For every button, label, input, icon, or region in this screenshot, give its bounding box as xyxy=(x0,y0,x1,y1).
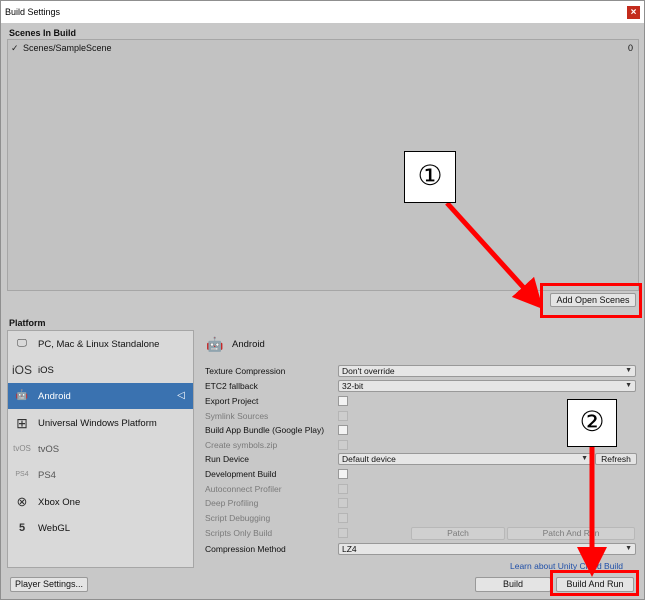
annotation-arrows xyxy=(445,201,607,577)
step-1-marker: ① xyxy=(404,151,456,203)
arrow-step1 xyxy=(445,201,544,310)
step-2-marker: ② xyxy=(567,399,617,447)
